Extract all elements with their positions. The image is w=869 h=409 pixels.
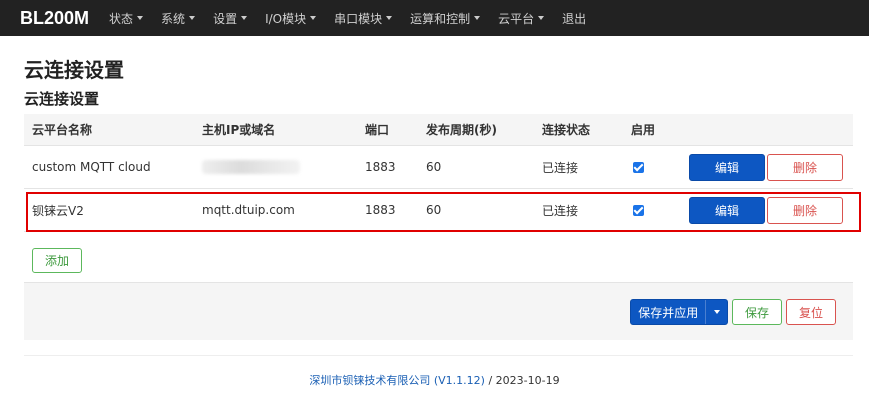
enabled-checkbox[interactable]	[633, 161, 644, 173]
nav-io-module[interactable]: I/O模块	[265, 10, 317, 27]
nav-logout-label: 退出	[562, 11, 587, 26]
nav-serial-module-label: 串口模块	[334, 11, 383, 26]
nav-compute-control-label: 运算和控制	[410, 11, 471, 26]
header-host: 主机IP或域名	[202, 123, 276, 137]
nav-cloud-platform-label: 云平台	[498, 11, 535, 26]
header-port: 端口	[365, 123, 390, 137]
top-navbar: BL200M 状态 系统 设置 I/O模块 串口模块 运算和控制 云平台 退出	[0, 0, 869, 36]
table-row: custom MQTT cloud 1883 60 已连接 编辑 删除	[24, 146, 853, 189]
row-platform-name: 钡铼云V2	[32, 203, 84, 218]
delete-button[interactable]: 删除	[767, 153, 843, 181]
caret-down-icon	[241, 16, 248, 20]
company-link[interactable]: 深圳市钡铼技术有限公司 (V1.1.12)	[309, 374, 485, 387]
row-publish-period: 60	[426, 160, 442, 174]
nav-serial-module[interactable]: 串口模块	[334, 10, 393, 27]
save-apply-dropdown-toggle[interactable]	[706, 300, 727, 324]
delete-button[interactable]: 删除	[767, 196, 843, 224]
row-delete-cell: 删除	[767, 146, 843, 188]
reset-button[interactable]: 复位	[786, 299, 836, 325]
row-connection-status: 已连接	[542, 160, 579, 175]
caret-down-icon	[386, 16, 393, 20]
enabled-checkbox[interactable]	[633, 204, 644, 216]
nav-status[interactable]: 状态	[109, 10, 144, 27]
caret-down-icon	[713, 310, 720, 314]
add-button[interactable]: 添加	[32, 248, 82, 273]
nav-status-label: 状态	[109, 11, 134, 26]
row-publish-period: 60	[426, 203, 442, 217]
row-connection-status: 已连接	[542, 203, 579, 218]
row-edit-cell: 编辑	[689, 189, 765, 231]
nav-compute-control[interactable]: 运算和控制	[410, 10, 481, 27]
save-button[interactable]: 保存	[732, 299, 782, 325]
caret-down-icon	[538, 16, 545, 20]
table-header: 云平台名称 主机IP或域名 端口 发布周期(秒) 连接状态 启用	[24, 114, 853, 146]
nav-system[interactable]: 系统	[161, 10, 196, 27]
row-port: 1883	[365, 203, 396, 217]
footer-date: / 2023-10-19	[484, 374, 560, 387]
footer: 深圳市钡铼技术有限公司 (V1.1.12) / 2023-10-19	[0, 372, 869, 388]
cloud-connections-table: 云平台名称 主机IP或域名 端口 发布周期(秒) 连接状态 启用 custom …	[24, 114, 853, 232]
caret-down-icon	[189, 16, 196, 20]
nav-settings[interactable]: 设置	[213, 10, 248, 27]
nav-io-module-label: I/O模块	[265, 11, 307, 26]
nav-settings-label: 设置	[213, 11, 238, 26]
row-host: mqtt.dtuip.com	[202, 203, 295, 217]
section-title: 云连接设置	[24, 90, 100, 108]
nav-menu: 状态 系统 设置 I/O模块 串口模块 运算和控制 云平台 退出	[109, 10, 604, 27]
nav-cloud-platform[interactable]: 云平台	[498, 10, 545, 27]
header-publish-period: 发布周期(秒)	[426, 123, 497, 137]
save-and-apply-label: 保存并应用	[638, 305, 699, 320]
obscured-host-value	[202, 160, 300, 174]
caret-down-icon	[474, 16, 481, 20]
row-delete-cell: 删除	[767, 189, 843, 231]
footer-divider	[24, 355, 853, 356]
table-row: 钡铼云V2 mqtt.dtuip.com 1883 60 已连接 编辑 删除	[24, 189, 853, 232]
caret-down-icon	[137, 16, 144, 20]
brand-logo[interactable]: BL200M	[20, 8, 89, 29]
row-port: 1883	[365, 160, 396, 174]
caret-down-icon	[310, 16, 317, 20]
edit-button[interactable]: 编辑	[689, 153, 765, 181]
nav-system-label: 系统	[161, 11, 186, 26]
edit-button[interactable]: 编辑	[689, 196, 765, 224]
row-enabled	[631, 189, 644, 231]
row-host	[202, 146, 300, 188]
row-edit-cell: 编辑	[689, 146, 765, 188]
page-title: 云连接设置	[24, 58, 124, 82]
header-enabled: 启用	[631, 123, 656, 137]
header-connection-status: 连接状态	[542, 123, 591, 137]
row-platform-name: custom MQTT cloud	[32, 160, 151, 174]
save-and-apply-button[interactable]: 保存并应用	[630, 299, 728, 325]
row-enabled	[631, 146, 644, 188]
header-platform-name: 云平台名称	[32, 123, 93, 137]
nav-logout[interactable]: 退出	[562, 10, 586, 27]
action-bar: 保存并应用 保存 复位	[24, 282, 853, 340]
